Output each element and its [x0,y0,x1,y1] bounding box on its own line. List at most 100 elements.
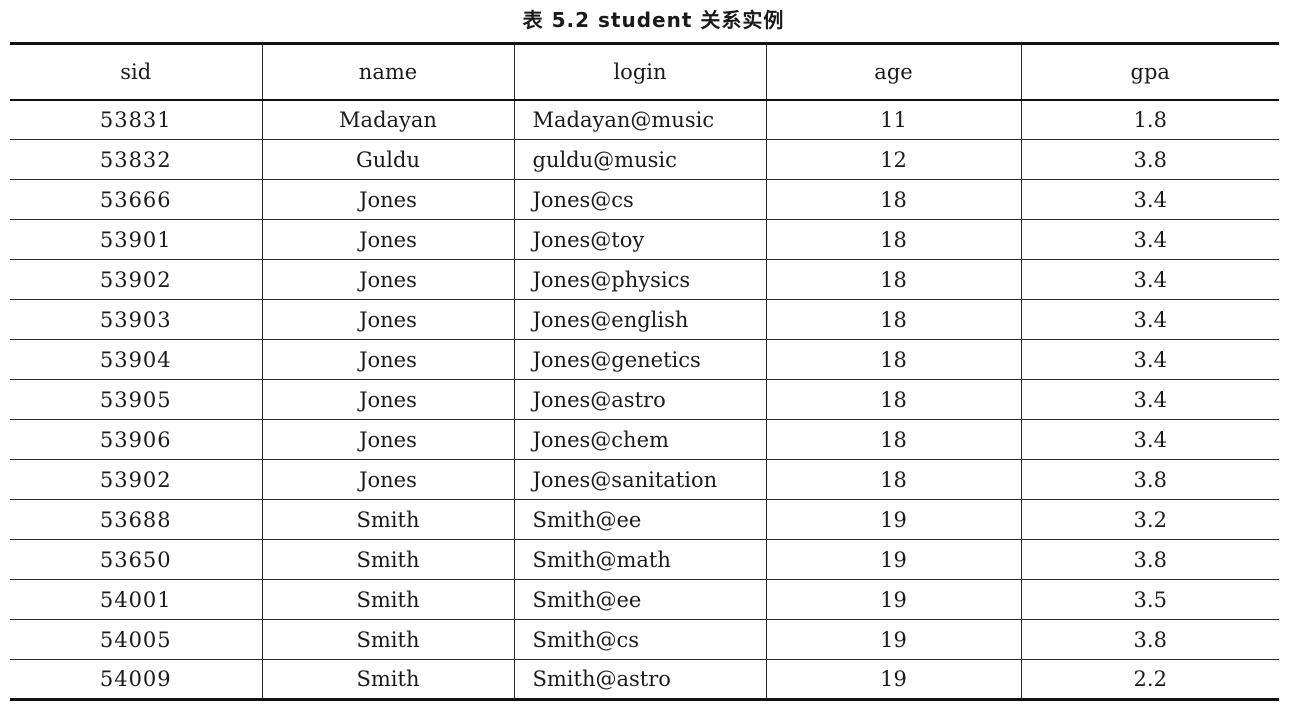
cell-login: Madayan@music [513,99,766,140]
table-row: 54009 Smith Smith@astro 19 2.2 [10,659,1279,701]
cell-sid: 54009 [10,659,262,701]
cell-gpa: 3.4 [1020,219,1279,260]
header-gpa: gpa [1020,42,1279,101]
table-row: 53650 Smith Smith@math 19 3.8 [10,539,1279,580]
cell-name: Smith [261,579,514,620]
cell-sid: 53904 [10,339,262,380]
cell-age: 18 [765,459,1021,500]
cell-sid: 53688 [10,499,262,540]
table-caption: 表 5.2 student 关系实例 [0,4,1307,36]
cell-gpa: 3.4 [1020,299,1279,340]
cell-sid: 54001 [10,579,262,620]
cell-name: Jones [261,379,514,420]
header-sid: sid [10,42,262,101]
cell-name: Jones [261,259,514,300]
cell-age: 19 [765,539,1021,580]
cell-name: Smith [261,539,514,580]
cell-gpa: 3.8 [1020,139,1279,180]
table-row: 53831 Madayan Madayan@music 11 1.8 [10,99,1279,140]
cell-gpa: 3.8 [1020,619,1279,660]
cell-name: Smith [261,619,514,660]
cell-gpa: 3.4 [1020,339,1279,380]
table-row: 54001 Smith Smith@ee 19 3.5 [10,579,1279,620]
cell-login: Smith@astro [513,659,766,701]
cell-sid: 54005 [10,619,262,660]
cell-age: 18 [765,339,1021,380]
cell-login: Jones@cs [513,179,766,220]
cell-sid: 53903 [10,299,262,340]
cell-login: Jones@genetics [513,339,766,380]
table-row: 53906 Jones Jones@chem 18 3.4 [10,419,1279,460]
cell-age: 12 [765,139,1021,180]
cell-age: 19 [765,499,1021,540]
cell-gpa: 3.5 [1020,579,1279,620]
header-row: sid name login age gpa [10,42,1279,101]
cell-age: 11 [765,99,1021,140]
table-row: 53903 Jones Jones@english 18 3.4 [10,299,1279,340]
cell-gpa: 1.8 [1020,99,1279,140]
cell-sid: 53832 [10,139,262,180]
table-row: 53905 Jones Jones@astro 18 3.4 [10,379,1279,420]
caption-title: student 关系实例 [598,8,785,32]
cell-sid: 53902 [10,459,262,500]
table-row: 53688 Smith Smith@ee 19 3.2 [10,499,1279,540]
cell-login: Smith@ee [513,499,766,540]
cell-login: Jones@astro [513,379,766,420]
cell-age: 18 [765,419,1021,460]
cell-sid: 53902 [10,259,262,300]
cell-login: Jones@physics [513,259,766,300]
cell-gpa: 3.4 [1020,179,1279,220]
table-row: 53902 Jones Jones@sanitation 18 3.8 [10,459,1279,500]
table-row: 53902 Jones Jones@physics 18 3.4 [10,259,1279,300]
table-row: 54005 Smith Smith@cs 19 3.8 [10,619,1279,660]
cell-login: Jones@english [513,299,766,340]
cell-gpa: 3.8 [1020,459,1279,500]
cell-name: Jones [261,339,514,380]
cell-login: Jones@toy [513,219,766,260]
cell-gpa: 3.4 [1020,259,1279,300]
cell-age: 18 [765,179,1021,220]
table-body: 53831 Madayan Madayan@music 11 1.8 53832 Guldu… [10,99,1279,701]
table-row: 53832 Guldu guldu@music 12 3.8 [10,139,1279,180]
cell-name: Guldu [261,139,514,180]
cell-name: Jones [261,219,514,260]
cell-name: Smith [261,659,514,701]
cell-login: guldu@music [513,139,766,180]
cell-login: Jones@sanitation [513,459,766,500]
caption-label: 表 [522,8,544,32]
cell-gpa: 3.2 [1020,499,1279,540]
cell-sid: 53831 [10,99,262,140]
cell-age: 18 [765,219,1021,260]
cell-age: 19 [765,579,1021,620]
table-row: 53901 Jones Jones@toy 18 3.4 [10,219,1279,260]
student-relation-table: sid name login age gpa 53831 Madayan Madayan@m… [10,42,1279,701]
cell-name: Jones [261,299,514,340]
cell-name: Jones [261,419,514,460]
table-row: 53666 Jones Jones@cs 18 3.4 [10,179,1279,220]
cell-sid: 53905 [10,379,262,420]
cell-age: 18 [765,259,1021,300]
cell-login: Smith@ee [513,579,766,620]
cell-name: Jones [261,179,514,220]
cell-login: Jones@chem [513,419,766,460]
cell-gpa: 3.4 [1020,379,1279,420]
cell-age: 18 [765,379,1021,420]
caption-number: 5.2 [551,8,591,32]
cell-gpa: 2.2 [1020,659,1279,701]
cell-name: Jones [261,459,514,500]
cell-name: Madayan [261,99,514,140]
header-age: age [765,42,1021,101]
cell-age: 19 [765,659,1021,701]
header-login: login [513,42,766,101]
header-name: name [261,42,514,101]
cell-sid: 53906 [10,419,262,460]
cell-gpa: 3.4 [1020,419,1279,460]
cell-sid: 53666 [10,179,262,220]
cell-login: Smith@cs [513,619,766,660]
cell-sid: 53901 [10,219,262,260]
table-row: 53904 Jones Jones@genetics 18 3.4 [10,339,1279,380]
cell-age: 18 [765,299,1021,340]
cell-name: Smith [261,499,514,540]
cell-age: 19 [765,619,1021,660]
cell-login: Smith@math [513,539,766,580]
